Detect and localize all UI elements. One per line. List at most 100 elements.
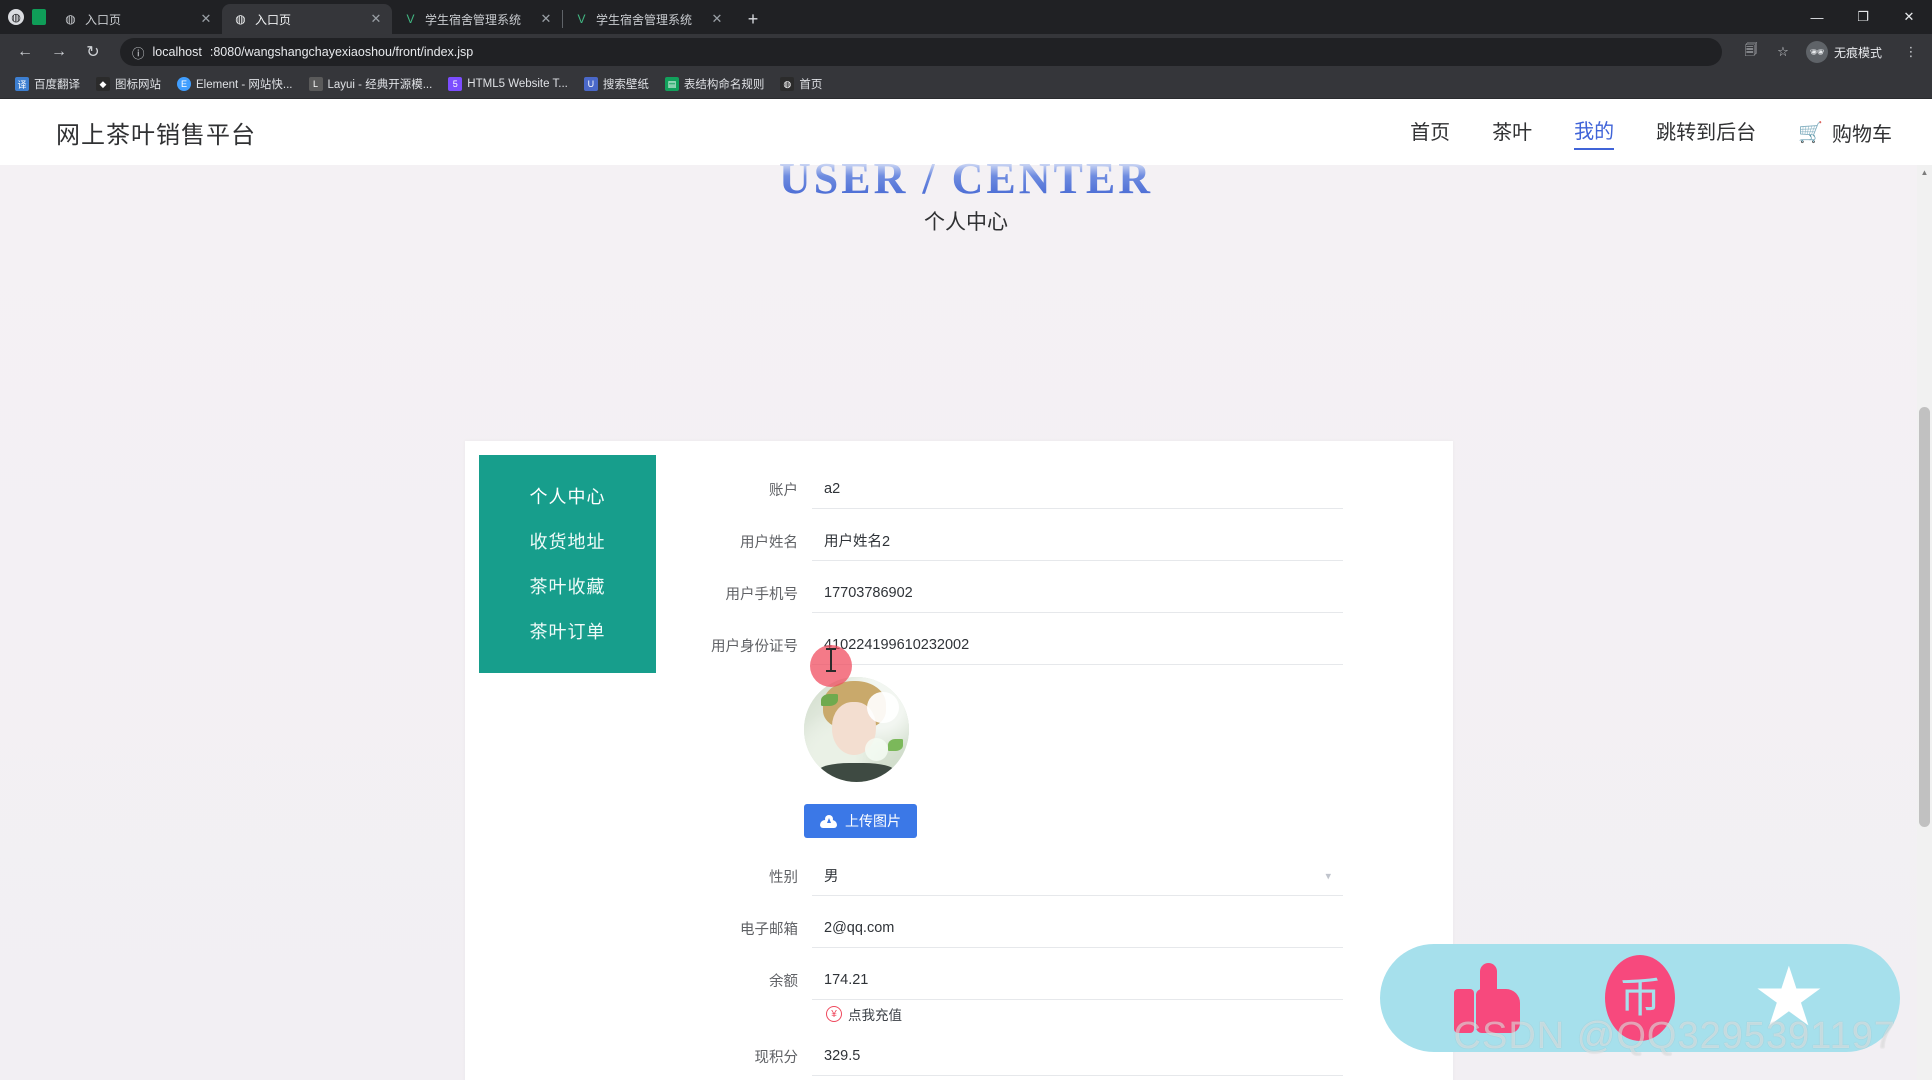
username-input[interactable] bbox=[812, 521, 1343, 561]
nav-item-home[interactable]: 首页 bbox=[1410, 116, 1450, 149]
window-maximize-button[interactable]: ❐ bbox=[1840, 0, 1886, 34]
tab-title: 学生宿舍管理系统 bbox=[425, 12, 522, 27]
bookmark-label: 搜索壁纸 bbox=[602, 79, 649, 91]
field-row-points: 现积分 bbox=[692, 1036, 1343, 1076]
field-label-gender: 性别 bbox=[769, 869, 798, 886]
tab-close-icon[interactable]: ✕ bbox=[368, 11, 384, 27]
field-label-email: 电子邮箱 bbox=[740, 921, 798, 938]
recharge-label: 点我充值 bbox=[848, 1008, 902, 1023]
incognito-label: 无痕模式 bbox=[1833, 45, 1882, 60]
field-label-account: 账户 bbox=[769, 482, 798, 499]
bookmark-item[interactable]: U 搜索壁纸 bbox=[577, 73, 656, 95]
bookmark-favicon: E bbox=[177, 77, 191, 91]
nav-item-cart[interactable]: 🛒 购物车 bbox=[1798, 118, 1892, 147]
bookmark-item[interactable]: 5 HTML5 Website T... bbox=[441, 74, 575, 94]
pinned-tab-icon[interactable] bbox=[32, 9, 46, 25]
window-controls: — ❐ ✕ bbox=[1794, 0, 1932, 34]
email-input[interactable] bbox=[812, 908, 1343, 948]
browser-tab-2[interactable]: ◍ 入口页 ✕ bbox=[222, 4, 392, 34]
bookmark-label: Element - 网站快... bbox=[196, 79, 293, 91]
scrollbar-thumb[interactable] bbox=[1919, 407, 1930, 827]
browser-tab-3[interactable]: V 学生宿舍管理系统 ✕ bbox=[392, 4, 562, 34]
sidebar-item-favorites[interactable]: 茶叶收藏 bbox=[479, 563, 656, 608]
site-nav: 首页 茶叶 我的 跳转到后台 🛒 购物车 bbox=[1410, 115, 1892, 150]
incognito-icon: 🕶 bbox=[1805, 41, 1828, 63]
browser-logo-icon: ◍ bbox=[8, 9, 24, 25]
points-input[interactable] bbox=[812, 1036, 1343, 1076]
window-close-button[interactable]: ✕ bbox=[1886, 0, 1932, 34]
bookmarks-bar: 译 百度翻译 ◆ 图标网站 E Element - 网站快... L Layui… bbox=[0, 70, 1932, 99]
bookmark-favicon: L bbox=[308, 77, 323, 91]
chevron-down-icon[interactable]: ▾ bbox=[1325, 870, 1331, 883]
bookmark-label: Layui - 经典开源模... bbox=[327, 79, 433, 91]
gender-select[interactable] bbox=[812, 856, 1343, 896]
bookmark-favicon: 5 bbox=[448, 77, 463, 91]
window-minimize-button[interactable]: — bbox=[1794, 0, 1840, 34]
recharge-link[interactable]: ¥ 点我充值 bbox=[826, 1004, 1343, 1024]
sidebar-item-profile[interactable]: 个人中心 bbox=[479, 473, 656, 518]
field-row-username: 用户姓名 bbox=[692, 521, 1343, 561]
nav-item-admin[interactable]: 跳转到后台 bbox=[1656, 116, 1756, 149]
field-label-balance: 余额 bbox=[769, 973, 798, 990]
account-input[interactable] bbox=[812, 469, 1343, 509]
field-row-phone: 用户手机号 bbox=[692, 573, 1343, 613]
new-tab-button[interactable]: + bbox=[739, 5, 767, 33]
address-bar-host: localhost bbox=[152, 45, 202, 59]
field-label-idcard: 用户身份证号 bbox=[711, 638, 798, 655]
forward-button[interactable]: → bbox=[44, 37, 74, 67]
bookmark-item[interactable]: ▤ 表结构命名规则 bbox=[658, 73, 772, 95]
tab-strip: ◍ ◍ 入口页 ✕ ◍ 入口页 ✕ V 学生宿舍管理系统 ✕ V 学生宿舍管理系… bbox=[0, 0, 1932, 34]
sidebar-menu: 个人中心 收货地址 茶叶收藏 茶叶订单 bbox=[479, 455, 656, 673]
idcard-input[interactable] bbox=[812, 625, 1343, 665]
address-bar-path: :8080/wangshangchayexiaoshou/front/index… bbox=[209, 45, 474, 59]
bookmark-label: 百度翻译 bbox=[34, 79, 80, 91]
coin-glyph: 币 bbox=[1619, 973, 1662, 1022]
page-viewport: 网上茶叶销售平台 首页 茶叶 我的 跳转到后台 🛒 购物车 USER / CEN… bbox=[0, 99, 1932, 1080]
bookmark-favicon: U bbox=[583, 77, 598, 91]
nav-item-tea[interactable]: 茶叶 bbox=[1492, 116, 1532, 149]
bookmark-item[interactable]: ◍ 首页 bbox=[773, 73, 829, 95]
scroll-up-arrow-icon[interactable]: ▲ bbox=[1917, 165, 1932, 180]
bookmark-label: 表结构命名规则 bbox=[683, 79, 765, 91]
nav-item-mine[interactable]: 我的 bbox=[1574, 115, 1615, 150]
bookmark-item[interactable]: E Element - 网站快... bbox=[170, 73, 300, 95]
browser-tab-1[interactable]: ◍ 入口页 ✕ bbox=[52, 4, 222, 34]
bookmark-favicon: ▤ bbox=[664, 77, 679, 91]
watermark: CSDN @QQ3295391197 bbox=[1453, 1015, 1896, 1057]
profile-incognito-chip[interactable]: 🕶 无痕模式 bbox=[1804, 39, 1890, 65]
avatar-wrap bbox=[804, 677, 1343, 782]
site-info-icon[interactable]: ⓘ bbox=[132, 43, 145, 62]
sidebar-item-address[interactable]: 收货地址 bbox=[479, 518, 656, 563]
balance-input[interactable] bbox=[812, 960, 1343, 1000]
reload-button[interactable]: ↻ bbox=[78, 37, 108, 67]
address-bar[interactable]: ⓘ localhost :8080/wangshangchayexiaoshou/… bbox=[120, 38, 1722, 66]
cart-label: 购物车 bbox=[1832, 123, 1892, 146]
cloud-upload-icon bbox=[820, 814, 837, 828]
bookmark-star-icon[interactable]: ☆ bbox=[1772, 41, 1794, 63]
upload-image-label: 上传图片 bbox=[845, 813, 901, 829]
bookmark-favicon: ◍ bbox=[780, 77, 795, 91]
sidebar-item-orders[interactable]: 茶叶订单 bbox=[479, 608, 656, 653]
tab-close-icon[interactable]: ✕ bbox=[709, 11, 725, 27]
field-row-account: 账户 bbox=[692, 469, 1343, 509]
bookmark-label: HTML5 Website T... bbox=[467, 78, 568, 90]
profile-form: 账户 用户姓名 用户手机号 bbox=[670, 441, 1453, 1080]
tab-close-icon[interactable]: ✕ bbox=[198, 11, 214, 27]
page-title-en: USER / CENTER bbox=[0, 153, 1932, 204]
back-button[interactable]: ← bbox=[10, 37, 40, 67]
user-center-sidebar: 个人中心 收货地址 茶叶收藏 茶叶订单 bbox=[465, 441, 670, 1071]
browser-tab-4[interactable]: V 学生宿舍管理系统 ✕ bbox=[563, 4, 733, 34]
upload-image-button[interactable]: 上传图片 bbox=[804, 804, 917, 838]
bookmark-favicon: 译 bbox=[15, 77, 29, 91]
bookmark-item[interactable]: 译 百度翻译 bbox=[8, 73, 87, 95]
page-scrollbar[interactable]: ▲ ▼ bbox=[1917, 165, 1932, 1080]
bookmark-item[interactable]: ◆ 图标网站 bbox=[89, 73, 168, 95]
translate-icon[interactable]: 🗐 bbox=[1740, 41, 1762, 63]
vue-icon: V bbox=[406, 12, 415, 26]
phone-input[interactable] bbox=[812, 573, 1343, 613]
menu-kebab-icon[interactable]: ⋮ bbox=[1900, 41, 1922, 63]
toolbar-icon-group: 🗐 ☆ 🕶 无痕模式 ⋮ bbox=[1734, 39, 1922, 65]
bookmark-item[interactable]: L Layui - 经典开源模... bbox=[302, 73, 440, 95]
bookmark-label: 首页 bbox=[799, 79, 823, 91]
tab-close-icon[interactable]: ✕ bbox=[538, 11, 554, 27]
